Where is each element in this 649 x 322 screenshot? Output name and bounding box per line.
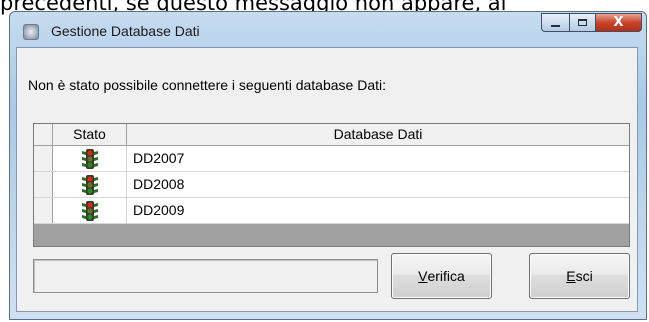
row-selector[interactable] [34, 146, 53, 171]
traffic-light-red-icon [81, 148, 98, 169]
maximize-icon [578, 19, 587, 26]
minimize-icon [551, 25, 560, 27]
database-name-cell: DD2009 [133, 202, 185, 218]
close-button[interactable]: X [596, 13, 642, 32]
database-name-cell: DD2007 [133, 150, 185, 166]
verifica-button[interactable]: Verifica [391, 253, 492, 299]
close-icon: X [613, 15, 624, 30]
status-cell [53, 172, 127, 197]
status-cell [53, 198, 127, 223]
status-field [33, 259, 378, 293]
database-name-cell: DD2008 [133, 176, 185, 192]
verifica-mnemonic: V [418, 268, 428, 284]
window-title: Gestione Database Dati [51, 23, 200, 39]
row-selector[interactable] [34, 198, 53, 223]
status-cell [53, 146, 127, 171]
table-row[interactable]: DD2009 [34, 198, 629, 224]
column-header-database[interactable]: Database Dati [127, 124, 629, 145]
app-icon [23, 24, 39, 40]
esci-button[interactable]: Esci [529, 253, 630, 299]
verifica-label: erifica [427, 268, 465, 284]
grid-header: Stato Database Dati [34, 124, 629, 146]
minimize-button[interactable] [541, 13, 569, 32]
table-row[interactable]: DD2007 [34, 146, 629, 172]
table-row[interactable]: DD2008 [34, 172, 629, 198]
error-message: Non è stato possibile connettere i segue… [28, 77, 387, 93]
column-header-stato[interactable]: Stato [53, 124, 127, 145]
title-bar[interactable]: Gestione Database Dati X [10, 12, 646, 48]
database-grid[interactable]: Stato Database Dati DD2007 DD2008 DD2009 [33, 123, 630, 247]
traffic-light-red-icon [81, 200, 98, 221]
row-selector-header [34, 124, 53, 145]
caption-buttons: X [541, 13, 642, 33]
maximize-button[interactable] [569, 13, 596, 32]
esci-label: sci [575, 268, 593, 284]
grid-rows: DD2007 DD2008 DD2009 [34, 146, 629, 224]
traffic-light-red-icon [81, 174, 98, 195]
dialog-client-area: Non è stato possibile connettere i segue… [16, 47, 638, 312]
row-selector[interactable] [34, 172, 53, 197]
esci-mnemonic: E [566, 268, 576, 284]
